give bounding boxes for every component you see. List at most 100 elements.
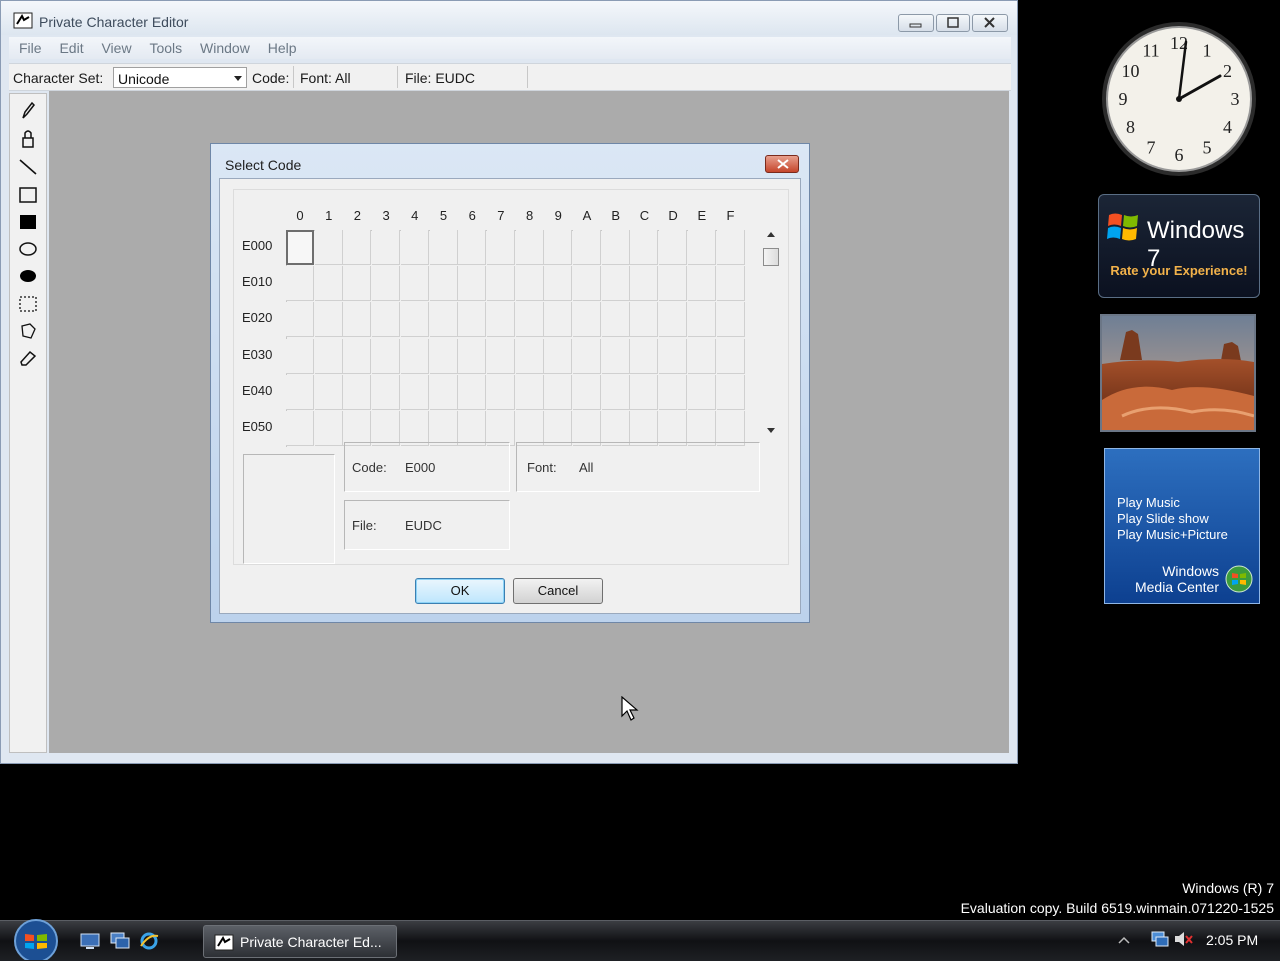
network-icon[interactable] — [1150, 929, 1170, 949]
code-cell[interactable] — [573, 230, 601, 265]
window-titlebar[interactable]: Private Character Editor — [1, 1, 1017, 35]
switch-windows-icon[interactable] — [110, 932, 130, 950]
code-cell[interactable] — [687, 411, 716, 446]
code-cell[interactable] — [716, 266, 745, 302]
play-music-link[interactable]: Play Music — [1117, 495, 1180, 510]
filled-rectangle-icon[interactable] — [16, 211, 40, 233]
code-cell[interactable] — [372, 374, 401, 410]
code-cell[interactable] — [515, 302, 544, 338]
code-cell[interactable] — [544, 302, 573, 338]
code-cell[interactable] — [343, 374, 372, 410]
code-cell[interactable] — [630, 266, 659, 302]
code-cell[interactable] — [314, 266, 343, 302]
freeform-selection-icon[interactable] — [16, 320, 40, 342]
code-cell[interactable] — [659, 411, 688, 446]
code-cell[interactable] — [659, 302, 688, 338]
hollow-rectangle-icon[interactable] — [16, 184, 40, 206]
pencil-icon[interactable] — [16, 100, 40, 122]
code-cell[interactable] — [687, 374, 716, 410]
scroll-up-icon[interactable] — [767, 232, 775, 237]
code-cell[interactable] — [372, 411, 401, 446]
code-cell[interactable] — [515, 266, 544, 302]
code-cell[interactable] — [544, 411, 573, 446]
minimize-button[interactable] — [898, 14, 934, 32]
code-cell[interactable] — [601, 302, 630, 338]
code-cell[interactable] — [486, 230, 515, 265]
ok-button[interactable]: OK — [415, 578, 505, 604]
code-cell[interactable] — [601, 411, 630, 446]
internet-explorer-icon[interactable] — [139, 932, 159, 950]
code-cell[interactable] — [429, 302, 458, 338]
rectangular-selection-icon[interactable] — [16, 293, 40, 315]
code-cell[interactable] — [458, 411, 487, 446]
code-cell[interactable] — [544, 374, 573, 410]
code-cell[interactable] — [601, 230, 630, 265]
code-cell[interactable] — [601, 374, 630, 410]
code-cell[interactable] — [486, 338, 515, 374]
code-cell[interactable] — [544, 338, 573, 374]
code-cell[interactable] — [458, 338, 487, 374]
code-cell[interactable] — [286, 374, 314, 410]
code-cell[interactable] — [286, 411, 314, 446]
code-cell[interactable] — [515, 338, 544, 374]
code-cell[interactable] — [515, 411, 544, 446]
code-cell[interactable] — [400, 266, 429, 302]
code-cell[interactable] — [429, 338, 458, 374]
code-cell[interactable] — [515, 230, 544, 265]
code-cell[interactable] — [486, 411, 515, 446]
code-cell[interactable] — [659, 338, 688, 374]
filled-ellipse-icon[interactable] — [16, 265, 40, 287]
code-cell[interactable] — [372, 230, 401, 265]
code-cell[interactable] — [429, 374, 458, 410]
taskbar-item-private-character-editor[interactable]: Private Character Ed... — [203, 925, 397, 958]
start-button[interactable] — [10, 914, 62, 960]
code-cell[interactable] — [429, 230, 458, 265]
code-cell[interactable] — [601, 266, 630, 302]
code-cell[interactable] — [544, 230, 573, 265]
menu-window[interactable]: Window — [200, 37, 250, 56]
code-cell[interactable] — [573, 374, 601, 410]
code-cell[interactable] — [286, 302, 314, 338]
code-cell[interactable] — [687, 338, 716, 374]
system-clock[interactable]: 2:05 PM — [1206, 932, 1258, 948]
maximize-button[interactable] — [936, 14, 970, 32]
code-cell[interactable] — [314, 338, 343, 374]
code-cell[interactable] — [314, 230, 343, 265]
code-cell[interactable] — [716, 411, 745, 446]
code-cell[interactable] — [458, 230, 487, 265]
code-cell[interactable] — [486, 302, 515, 338]
code-cell[interactable] — [630, 230, 659, 265]
code-cell[interactable] — [659, 266, 688, 302]
code-cell[interactable] — [573, 338, 601, 374]
hollow-ellipse-icon[interactable] — [16, 238, 40, 260]
code-cell[interactable] — [573, 266, 601, 302]
code-cell[interactable] — [372, 266, 401, 302]
eraser-icon[interactable] — [16, 347, 40, 369]
code-cell[interactable] — [343, 266, 372, 302]
code-cell[interactable] — [573, 302, 601, 338]
code-cell[interactable] — [687, 266, 716, 302]
scroll-down-icon[interactable] — [767, 428, 775, 433]
code-cell[interactable] — [601, 338, 630, 374]
menu-help[interactable]: Help — [268, 37, 297, 56]
show-hidden-icons-icon[interactable] — [1118, 935, 1130, 945]
code-cell[interactable] — [343, 411, 372, 446]
code-cell[interactable] — [400, 302, 429, 338]
code-cell[interactable] — [687, 230, 716, 265]
volume-muted-icon[interactable] — [1173, 929, 1195, 949]
code-cell[interactable] — [400, 411, 429, 446]
close-button[interactable] — [972, 14, 1008, 32]
code-cell[interactable] — [286, 266, 314, 302]
code-cell-selected[interactable] — [286, 230, 314, 265]
code-cell[interactable] — [314, 374, 343, 410]
code-cell[interactable] — [515, 374, 544, 410]
code-cell[interactable] — [458, 374, 487, 410]
code-cell[interactable] — [429, 266, 458, 302]
code-cell[interactable] — [716, 374, 745, 410]
menu-edit[interactable]: Edit — [59, 37, 83, 56]
code-cell[interactable] — [486, 266, 515, 302]
code-cell[interactable] — [400, 338, 429, 374]
code-cell[interactable] — [630, 302, 659, 338]
code-cell[interactable] — [314, 302, 343, 338]
code-cell[interactable] — [630, 374, 659, 410]
